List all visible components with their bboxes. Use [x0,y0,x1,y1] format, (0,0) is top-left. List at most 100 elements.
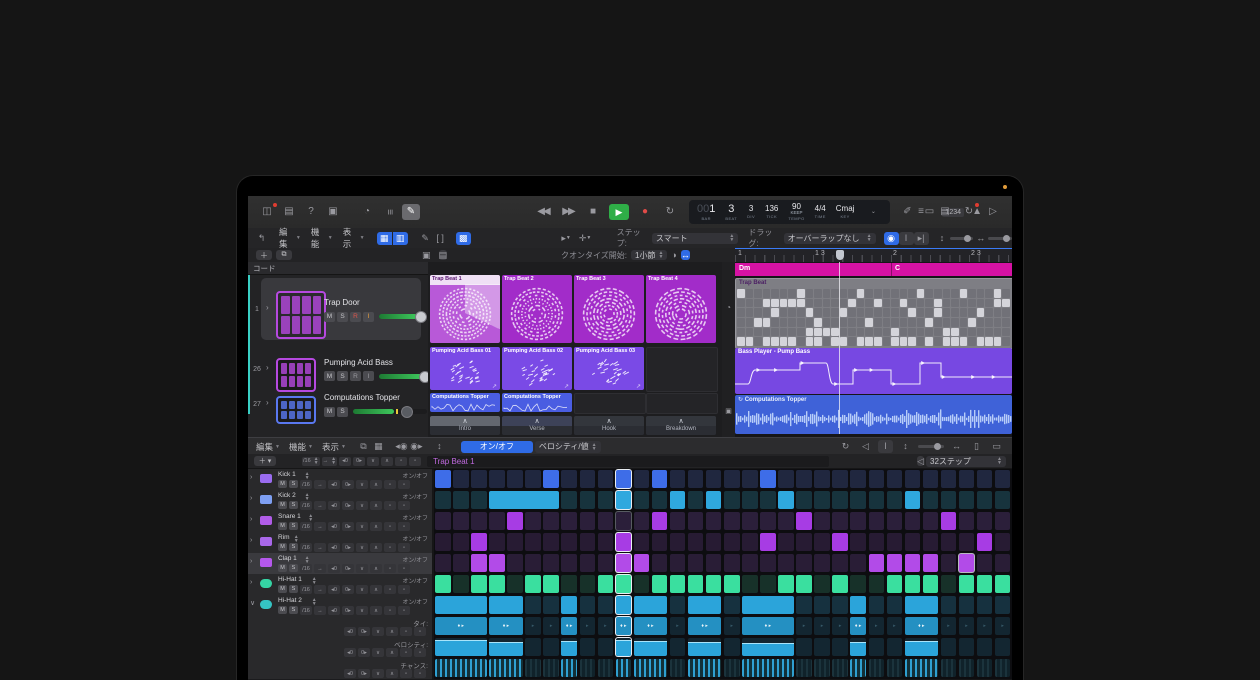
step-cell-off[interactable] [453,491,469,509]
lane-option-b[interactable]: ▫ [414,669,426,678]
step-cell-off[interactable] [742,470,758,488]
step-cell-on[interactable] [959,554,975,572]
step-cell-on[interactable] [616,533,632,551]
velocity-bar[interactable] [905,642,939,656]
trap-note-cell[interactable] [840,299,848,308]
chance-cell[interactable] [435,659,487,677]
step-cell-on[interactable] [489,596,523,614]
step-cell-on[interactable] [435,470,451,488]
lane-step-cell[interactable]: ▸ [995,617,1011,635]
m-button[interactable]: M [278,501,287,509]
track-name[interactable]: Pumping Acid Bass [324,358,393,367]
step-cell-on[interactable] [616,470,632,488]
stop-all-cells-icon[interactable]: ▣ [725,408,732,415]
volume-knob[interactable] [415,311,427,323]
trap-note-cell[interactable] [908,289,916,298]
smart-controls-icon[interactable]: ◔ [358,204,376,220]
velocity-value-tab[interactable]: ベロシティ/値▲▼ [535,441,601,453]
refresh-pattern-icon[interactable]: ↻ [838,440,853,453]
step-mode-select[interactable]: スマート▲▼ [652,233,738,244]
row-name-stepper[interactable]: ▲▼ [308,514,313,522]
pencil-tool-icon[interactable]: ✎ [418,232,433,245]
step-cell-on[interactable] [543,470,559,488]
chance-cell[interactable] [995,659,1011,677]
m-button[interactable]: M [324,407,335,417]
row-rotate-left[interactable]: ◂0 [328,501,340,510]
step-cell-off[interactable] [977,470,993,488]
row-rotate-right[interactable]: 0▸ [342,501,354,510]
trap-note-cell[interactable] [814,289,822,298]
step-cell-on[interactable] [905,575,921,593]
step-cell-off[interactable] [561,491,577,509]
trap-note-cell[interactable] [788,328,796,337]
row-rotate-left[interactable]: ◂0 [328,543,340,552]
step-cell-on[interactable] [941,512,957,530]
trap-note-cell[interactable] [883,337,891,346]
step-cell-off[interactable] [543,596,559,614]
step-cell-off[interactable] [525,470,541,488]
trap-note-cell[interactable] [900,299,908,308]
track-disclosure-icon[interactable]: › [266,399,269,407]
trap-note-cell[interactable] [977,289,985,298]
tracks-view-toggle[interactable]: ▥ [393,232,408,245]
trap-note-cell[interactable] [763,337,771,346]
step-cell-off[interactable] [941,491,957,509]
step-cell-off[interactable] [670,554,686,572]
trap-note-cell[interactable] [985,289,993,298]
preview-speaker-icon[interactable]: ◁ [858,440,873,453]
r-button[interactable]: R [350,371,361,381]
trap-note-cell[interactable] [763,328,771,337]
row-name-stepper[interactable]: ▲▼ [312,598,317,606]
trap-note-cell[interactable] [840,328,848,337]
step-cell-off[interactable] [453,533,469,551]
seq-text-tool-icon[interactable]: I [878,440,893,453]
step-cell-off[interactable] [923,533,939,551]
s-button[interactable]: S [289,501,298,509]
step-cell-off[interactable] [471,491,487,509]
trap-note-cell[interactable] [737,289,745,298]
step-cell-on[interactable] [598,575,614,593]
step-cell-on[interactable] [435,575,451,593]
step-cell-off[interactable] [977,596,993,614]
step-cell-off[interactable] [742,491,758,509]
trap-note-cell[interactable] [977,328,985,337]
step-cell-off[interactable] [832,554,848,572]
trap-note-cell[interactable] [865,308,873,317]
live-loops-cell[interactable]: Trap Beat 4 [646,275,716,343]
trap-note-cell[interactable] [874,308,882,317]
trap-note-cell[interactable] [943,318,951,327]
trap-note-cell[interactable] [960,337,968,346]
step-cell-on[interactable] [652,575,668,593]
step-cell-off[interactable] [850,470,866,488]
trap-note-cell[interactable] [891,318,899,327]
trap-note-cell[interactable] [840,337,848,346]
i-button[interactable]: I [363,312,374,322]
step-cell-on[interactable] [905,554,921,572]
row-rotate-left[interactable]: ◂0 [328,564,340,573]
step-cell-off[interactable] [887,533,903,551]
lane-rotate-left[interactable]: ◂0 [344,669,356,678]
trap-note-cell[interactable] [848,299,856,308]
trap-note-cell[interactable] [994,308,1002,317]
step-cell-off[interactable] [634,470,650,488]
drag-mode-select[interactable]: オーバーラップなし▲▼ [784,233,876,244]
row-name[interactable]: Snare 1 [278,513,301,520]
trap-note-cell[interactable] [874,299,882,308]
step-cell-off[interactable] [796,554,812,572]
add-row-button[interactable]: ＋ ▾ [254,456,276,466]
step-cell-on[interactable] [634,596,668,614]
row-option-b[interactable]: ▫ [398,522,410,531]
trap-note-cell[interactable] [831,337,839,346]
step-cell-off[interactable] [525,554,541,572]
menu-view[interactable]: 表示▼ [343,226,365,250]
lane-step-cell[interactable]: ▸ [941,617,957,635]
lane-step-cell[interactable] [525,638,541,656]
velocity-bar[interactable] [742,644,794,656]
step-cell-off[interactable] [814,512,830,530]
trap-note-cell[interactable] [960,289,968,298]
performance-icon[interactable]: ▤ [439,250,448,260]
trap-note-cell[interactable] [960,328,968,337]
step-cell-off[interactable] [616,512,632,530]
duplicate-track-button[interactable]: ⧉ [276,250,292,260]
row-direction[interactable]: → [314,543,326,552]
